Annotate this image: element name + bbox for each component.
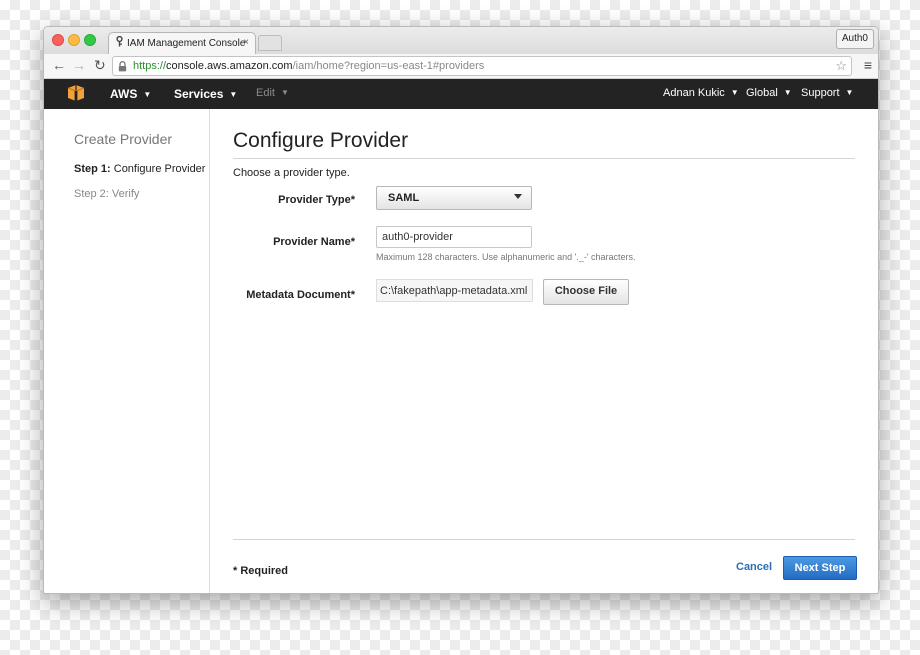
provider-name-input[interactable]: [376, 226, 532, 248]
close-window-button[interactable]: [52, 34, 64, 46]
nav-support-label: Support: [801, 87, 840, 99]
provider-name-label: Provider Name*: [273, 236, 355, 248]
url-scheme: https://: [133, 60, 167, 72]
lock-icon: [118, 57, 127, 79]
nav-aws-label: AWS: [110, 87, 138, 101]
title-bar: IAM Management Console × Auth0: [44, 27, 878, 55]
step1-label: Configure Provider: [113, 163, 206, 175]
auth0-extension-button[interactable]: Auth0: [835, 29, 874, 49]
page-subtitle: Choose a provider type.: [233, 167, 350, 179]
chevron-down-icon: ▼: [730, 88, 739, 97]
aws-navbar: AWS ▼ Services ▼ Edit ▼ Adnan Kukic ▼ Global…: [44, 79, 878, 109]
nav-support-menu[interactable]: Support ▼: [801, 87, 853, 99]
forward-arrow-icon[interactable]: →: [72, 57, 86, 73]
chevron-down-icon: ▼: [229, 90, 238, 99]
browser-window: IAM Management Console × Auth0 ← → ↻ htt…: [43, 26, 879, 594]
chevron-down-icon: ▼: [280, 88, 289, 97]
chevron-down-icon: ▼: [143, 90, 152, 99]
url-host: console.aws.amazon.com: [166, 60, 293, 72]
maximize-window-button[interactable]: [84, 34, 96, 46]
wizard-step-1[interactable]: Step 1: Configure Provider: [74, 163, 205, 175]
metadata-document-label: Metadata Document*: [246, 289, 355, 301]
wizard-step-2[interactable]: Step 2: Verify: [74, 188, 139, 200]
provider-name-hint: Maximum 128 characters. Use alphanumeric…: [376, 252, 636, 262]
address-bar[interactable]: https://console.aws.amazon.com/iam/home?…: [112, 56, 852, 76]
chevron-down-icon: ▼: [845, 88, 854, 97]
chevron-down-icon: ▼: [783, 88, 792, 97]
reload-icon[interactable]: ↻: [94, 57, 106, 73]
footer-divider: [233, 539, 855, 540]
aws-cube-logo-icon[interactable]: [67, 85, 85, 101]
nav-services-label: Services: [174, 87, 224, 101]
wizard-sidebar: Create Provider Step 1: Configure Provid…: [44, 109, 210, 593]
main-panel: Configure Provider Choose a provider typ…: [233, 109, 857, 593]
cancel-button[interactable]: Cancel: [736, 561, 772, 573]
url-path: /iam/home?region=us-east-1#providers: [292, 60, 485, 72]
nav-edit-menu[interactable]: Edit ▼: [256, 87, 289, 99]
nav-aws-menu[interactable]: AWS ▼: [110, 87, 151, 101]
url-text: https://console.aws.amazon.com/iam/home?…: [133, 57, 484, 75]
nav-services-menu[interactable]: Services ▼: [174, 87, 237, 101]
new-tab-button[interactable]: [258, 35, 282, 51]
sidebar-title: Create Provider: [74, 131, 173, 147]
metadata-file-path: C:\fakepath\app-metadata.xml: [376, 279, 533, 302]
browser-tab[interactable]: IAM Management Console ×: [108, 32, 256, 55]
tab-title: IAM Management Console: [127, 38, 246, 49]
step1-prefix: Step 1:: [74, 163, 111, 175]
dropdown-caret-icon: [514, 187, 522, 209]
nav-region-label: Global: [746, 87, 778, 99]
nav-user-label: Adnan Kukic: [663, 87, 725, 99]
page-title: Configure Provider: [233, 129, 409, 152]
bookmark-star-icon[interactable]: ☆: [835, 57, 847, 75]
required-note: * Required: [233, 565, 289, 577]
tab-close-icon[interactable]: ×: [243, 37, 249, 48]
provider-type-select[interactable]: SAML: [376, 186, 532, 210]
title-divider: [233, 158, 855, 159]
back-arrow-icon[interactable]: ←: [52, 57, 66, 73]
provider-type-value: SAML: [388, 192, 420, 204]
browser-toolbar: ← → ↻ https://console.aws.amazon.com/iam…: [44, 54, 878, 79]
key-icon: [115, 35, 124, 50]
hamburger-menu-icon[interactable]: ≡: [864, 57, 872, 73]
choose-file-button[interactable]: Choose File: [543, 279, 629, 305]
nav-user-menu[interactable]: Adnan Kukic ▼: [663, 87, 739, 99]
provider-type-label: Provider Type*: [278, 194, 355, 206]
nav-edit-label: Edit: [256, 87, 275, 99]
nav-region-menu[interactable]: Global ▼: [746, 87, 792, 99]
minimize-window-button[interactable]: [68, 34, 80, 46]
next-step-button[interactable]: Next Step: [783, 556, 857, 580]
